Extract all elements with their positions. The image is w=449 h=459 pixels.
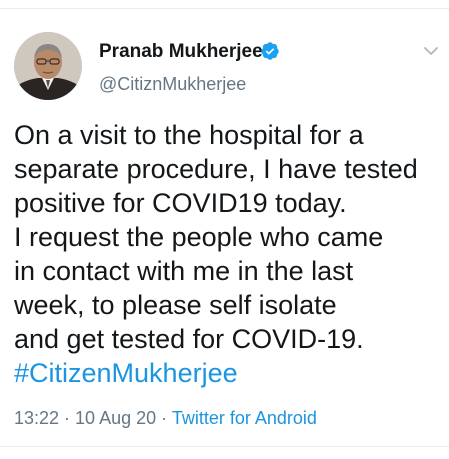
hashtag-link[interactable]: #CitizenMukherjee [14,356,439,390]
author-name[interactable]: Pranab Mukherjee [99,41,263,63]
tweet-source-link[interactable]: Twitter for Android [172,408,317,428]
chevron-down-icon[interactable] [422,42,440,60]
tweet-line: On a visit to the hospital for a [14,120,364,150]
meta-separator: · [156,408,172,428]
tweet-metadata: 13:22 · 10 Aug 20 · Twitter for Android [14,408,317,429]
avatar[interactable] [14,32,82,100]
bottom-divider [0,446,449,447]
tweet-date[interactable]: 10 Aug 20 [75,408,156,428]
tweet-line: I request the people who came [14,222,384,252]
tweet-line: separate procedure, I have tested [14,154,418,184]
meta-separator: · [59,408,76,428]
author-handle[interactable]: @CitiznMukherjee [99,74,246,95]
tweet-line: and get tested for COVID-19. [14,324,364,354]
tweet-line: positive for COVID19 today. [14,188,347,218]
tweet-line: week, to please self isolate [14,290,337,320]
avatar-image [14,32,82,100]
tweet-time[interactable]: 13:22 [14,408,59,428]
verified-badge-icon [261,42,279,60]
tweet-line: in contact with me in the last [14,256,354,286]
top-divider [0,8,449,9]
tweet-text: On a visit to the hospital for a separat… [14,118,439,390]
